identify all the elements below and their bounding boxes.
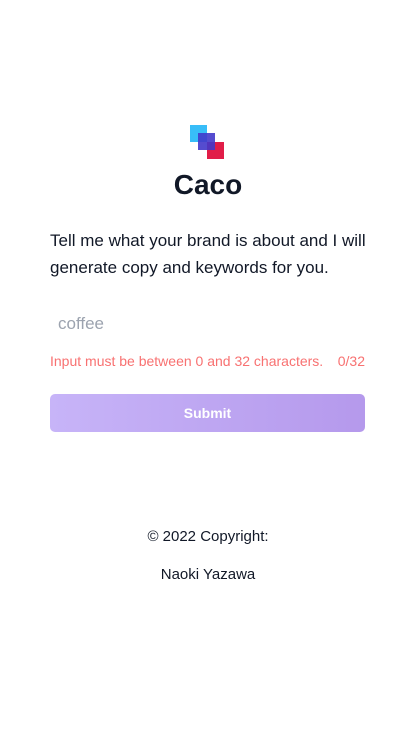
intro-text: Tell me what your brand is about and I w… [50,231,366,277]
character-counter: 0/32 [337,353,365,369]
brand-input-container [50,305,365,343]
footer-copyright: © 2022 Copyright: [147,528,269,545]
caco-logo-icon [190,125,224,159]
validation-row: Input must be between 0 and 32 character… [50,352,365,370]
brand-input[interactable] [50,305,365,343]
footer-author: Naoki Yazawa [160,566,256,583]
app-title: Caco [173,169,243,200]
submit-button[interactable]: Submit [50,394,365,432]
validation-error-text: Input must be between 0 and 32 character… [50,353,324,369]
